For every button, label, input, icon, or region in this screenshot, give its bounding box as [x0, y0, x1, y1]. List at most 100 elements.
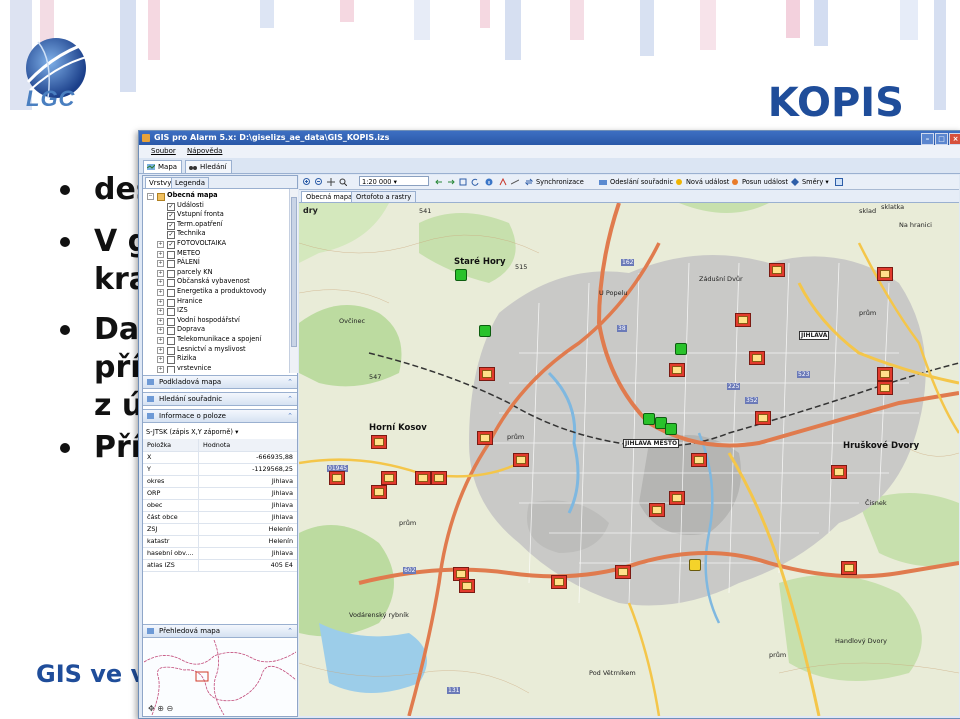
vehicle-marker[interactable] — [675, 343, 687, 355]
expand-icon[interactable]: + — [157, 279, 164, 287]
expand-icon[interactable]: + — [157, 308, 164, 316]
map-view[interactable]: dry Staré Hory 541 515 Ovčinec 547 U Pop… — [299, 203, 959, 716]
new-event-button[interactable]: Nová událost — [686, 177, 729, 187]
panel-hledani-souradnic[interactable]: Hledání souřadnic ⌃ — [143, 392, 297, 406]
layer-checkbox[interactable] — [167, 260, 175, 269]
event-marker[interactable] — [459, 579, 475, 593]
vehicle-marker[interactable] — [455, 269, 467, 281]
event-marker[interactable] — [551, 575, 567, 589]
event-marker[interactable] — [841, 561, 857, 575]
layer-checkbox[interactable] — [167, 337, 175, 345]
layer-checkbox[interactable] — [167, 356, 175, 365]
event-marker[interactable] — [513, 453, 529, 467]
layer-checkbox[interactable]: ✓ — [167, 241, 175, 249]
layer-checkbox[interactable] — [167, 269, 175, 278]
event-marker[interactable] — [749, 351, 765, 365]
expand-icon[interactable]: + — [157, 250, 164, 258]
layer-checkbox[interactable]: ✓ — [167, 221, 175, 230]
expand-icon[interactable]: + — [157, 356, 164, 364]
directions-icon[interactable] — [791, 178, 799, 186]
layer-checkbox[interactable] — [167, 327, 175, 336]
full-extent-icon[interactable] — [459, 178, 467, 186]
overview-zoom-in-icon[interactable]: ⊕ — [157, 704, 164, 713]
event-marker[interactable] — [691, 453, 707, 467]
sync-button[interactable]: Synchronizace — [536, 177, 584, 187]
tab-legenda[interactable]: Legenda — [171, 177, 210, 188]
measure-icon[interactable] — [511, 178, 519, 186]
vehicle-marker[interactable] — [479, 325, 491, 337]
panel-prehledova-mapa[interactable]: Přehledová mapa ⌃ — [143, 624, 297, 638]
tab-mapa[interactable]: Mapa — [143, 160, 183, 173]
coord-system-select[interactable]: S-JTSK (zápis X,Y záporně) ▾ — [143, 426, 300, 438]
layer-checkbox[interactable]: ✓ — [167, 212, 175, 221]
menu-soubor[interactable]: Soubor — [151, 145, 176, 158]
chevron-up-icon[interactable]: ⌃ — [287, 410, 293, 422]
layer-checkbox[interactable] — [167, 279, 175, 288]
event-marker[interactable] — [329, 471, 345, 485]
event-marker[interactable] — [769, 263, 785, 277]
event-marker[interactable] — [877, 367, 893, 381]
event-marker[interactable] — [371, 485, 387, 499]
layer-checkbox[interactable] — [167, 250, 175, 259]
tab-hledani[interactable]: Hledání — [185, 160, 232, 173]
event-marker[interactable] — [381, 471, 397, 485]
expand-icon[interactable]: + — [157, 346, 164, 354]
directions-button[interactable]: Směry ▾ — [802, 177, 829, 187]
move-event-button[interactable]: Posun událost — [742, 177, 788, 187]
overview-pan-icon[interactable]: ✥ — [148, 704, 155, 713]
expand-icon[interactable]: + — [157, 337, 164, 344]
arrow-right-icon[interactable] — [447, 178, 455, 186]
layer-checkbox[interactable] — [167, 365, 175, 373]
window-titlebar[interactable]: GIS pro Alarm 5.x: D:\giselizs_ae_data\G… — [139, 131, 960, 145]
pan-icon[interactable] — [327, 178, 335, 186]
send-icon[interactable] — [599, 178, 607, 186]
event-marker[interactable] — [669, 363, 685, 377]
scale-select[interactable]: 1:20 000 ▾ — [359, 176, 429, 186]
tab-ortofoto[interactable]: Ortofoto a rastry — [351, 191, 417, 202]
layer-checkbox[interactable]: ✓ — [167, 231, 175, 240]
send-coords-button[interactable]: Odeslání souřadnic — [610, 177, 673, 187]
refresh-icon[interactable] — [471, 178, 479, 186]
search-icon[interactable] — [339, 178, 347, 186]
close-icon[interactable]: × — [949, 133, 960, 145]
event-marker[interactable] — [415, 471, 431, 485]
export-icon[interactable] — [835, 178, 843, 186]
layer-tree-scrollbar[interactable] — [289, 189, 298, 373]
panel-informace-o-poloze[interactable]: Informace o poloze ⌃ — [143, 409, 297, 423]
menu-napoveda[interactable]: Nápověda — [187, 145, 222, 158]
panel-podkladova-mapa[interactable]: Podkladová mapa ⌃ — [143, 375, 297, 389]
overview-map[interactable]: ✥ ⊕ ⊖ — [143, 639, 297, 716]
event-marker[interactable] — [877, 381, 893, 395]
chevron-up-icon[interactable]: ⌃ — [287, 625, 293, 637]
event-marker[interactable] — [735, 313, 751, 327]
layer-checkbox[interactable]: ✓ — [167, 202, 175, 211]
layer-checkbox[interactable] — [167, 289, 175, 297]
expand-icon[interactable]: + — [157, 365, 164, 373]
move-event-icon[interactable] — [731, 178, 739, 186]
maximize-icon[interactable]: □ — [935, 133, 948, 145]
event-marker[interactable] — [477, 431, 493, 445]
expand-icon[interactable]: + — [157, 317, 164, 325]
event-marker[interactable] — [831, 465, 847, 479]
event-marker[interactable] — [669, 491, 685, 505]
event-marker[interactable] — [877, 267, 893, 281]
layer-checkbox[interactable] — [167, 308, 175, 317]
vehicle-marker[interactable] — [643, 413, 655, 425]
chevron-up-icon[interactable]: ⌃ — [287, 393, 293, 405]
layer-checkbox[interactable] — [167, 317, 175, 326]
chevron-up-icon[interactable]: ⌃ — [287, 376, 293, 388]
zoom-out-icon[interactable] — [315, 178, 323, 186]
event-marker[interactable] — [755, 411, 771, 425]
event-marker[interactable] — [479, 367, 495, 381]
expand-icon[interactable]: + — [157, 298, 164, 306]
zoom-in-icon[interactable] — [303, 178, 311, 186]
event-marker[interactable] — [431, 471, 447, 485]
arrow-left-icon[interactable] — [435, 178, 443, 186]
expand-icon[interactable]: + — [157, 289, 164, 296]
layer-checkbox[interactable] — [167, 346, 175, 355]
tab-obecna-mapa[interactable]: Obecná mapa — [301, 191, 358, 202]
expand-icon[interactable]: + — [157, 260, 164, 268]
event-marker[interactable] — [371, 435, 387, 449]
route-icon[interactable] — [499, 178, 507, 186]
vehicle-marker[interactable] — [665, 423, 677, 435]
